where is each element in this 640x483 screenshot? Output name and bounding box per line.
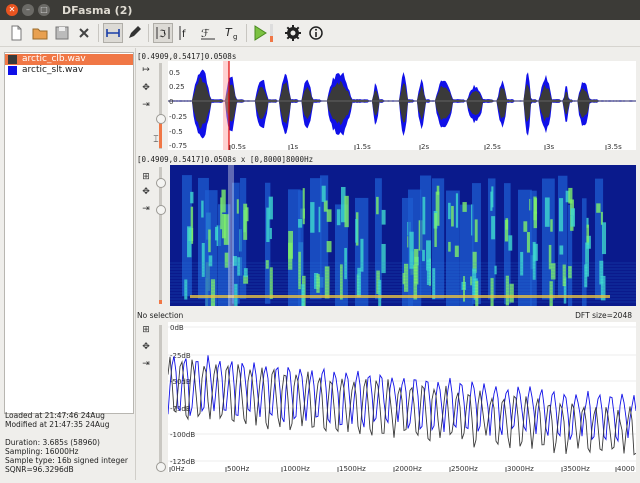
- spectrum-xtick: 3000Hz: [507, 465, 534, 472]
- waveform-ytick: -0.25: [169, 113, 187, 121]
- waveform-xtick: 3s: [546, 143, 554, 150]
- file-list-item[interactable]: arctic_clb.wav: [5, 54, 133, 65]
- spectrum-xtick: 0Hz: [171, 465, 185, 472]
- file-list: arctic_clb.wav arctic_slt.wav: [4, 52, 134, 414]
- spectrogram-view[interactable]: [170, 165, 636, 306]
- window-close-button[interactable]: ✕: [6, 4, 18, 16]
- window-maximize-button[interactable]: □: [38, 4, 50, 16]
- file-color-swatch: [8, 66, 17, 75]
- close-file-icon[interactable]: [74, 23, 94, 43]
- waveform-ytick: -0.75: [169, 142, 187, 150]
- dft-size-label: DFT size=2048: [575, 311, 632, 320]
- panel-splitter[interactable]: [135, 48, 136, 480]
- zoom-box-icon[interactable]: ⊞: [140, 171, 152, 183]
- spectrum-dynamic-slider[interactable]: [159, 325, 162, 470]
- spectrogram-slider-knob-bottom[interactable]: [156, 205, 166, 215]
- file-name: arctic_slt.wav: [22, 65, 84, 75]
- info-icon[interactable]: [306, 23, 326, 43]
- spectrogram-slider-fill: [159, 300, 162, 304]
- file-list-item[interactable]: arctic_slt.wav: [5, 65, 133, 76]
- spectrogram-pan-icon[interactable]: ✥: [140, 186, 152, 198]
- spectrum-xtick: 1000Hz: [283, 465, 310, 472]
- waveform-ytick: 0: [169, 98, 173, 106]
- file-name: arctic_clb.wav: [22, 54, 86, 64]
- time-pitch-icon[interactable]: Tg: [222, 23, 242, 43]
- low-frequency-band: [190, 295, 610, 298]
- window-title: DFasma (2): [62, 4, 133, 17]
- spectrum-slider-knob[interactable]: [156, 462, 166, 472]
- spectrogram-fit-icon[interactable]: ⇥: [140, 203, 152, 215]
- edit-pencil-icon[interactable]: [124, 23, 144, 43]
- play-icon[interactable]: [250, 23, 270, 43]
- new-file-icon[interactable]: [6, 23, 26, 43]
- file-modified-time: Modified at 21:47:35 24Aug: [5, 420, 110, 429]
- waveform-view[interactable]: 0.5 0.25 0 -0.25 -0.5 -0.75 0.5s 1s 1.5s 2s 2.5s 3s…: [168, 61, 636, 150]
- spectrum-xtick: 2500Hz: [451, 465, 478, 472]
- volume-slider[interactable]: [270, 24, 273, 42]
- svg-text:ℑ: ℑ: [159, 29, 166, 40]
- spectrum-view[interactable]: 0dB-25dB-50dB-75dB-100dB-125dB0Hz 500Hz 10…: [168, 322, 636, 472]
- spectrum-ytick: -100dB: [170, 431, 195, 439]
- time-fx-icon[interactable]: ℱ: [198, 23, 218, 43]
- title-bar: ✕ – □ DFasma (2): [0, 0, 640, 20]
- spectrum-fit-icon[interactable]: ⇥: [140, 358, 152, 370]
- waveform-selection-header: [0.4909,0.5417]0.0508s: [137, 52, 237, 61]
- spectrogram-selection: [228, 165, 234, 306]
- waveform-ytick: 0.25: [169, 83, 185, 91]
- spectrum-pan-icon[interactable]: ✥: [140, 341, 152, 353]
- spectrum-xtick: 4000: [617, 465, 635, 472]
- spectrum-status: No selection: [137, 311, 184, 320]
- select-time-icon[interactable]: [103, 23, 123, 43]
- waveform-selection: [223, 61, 229, 150]
- waveform-ytick: 0.5: [169, 69, 180, 77]
- spectrum-xtick: 2000Hz: [395, 465, 422, 472]
- waveform-xtick: 1.5s: [356, 143, 371, 150]
- save-icon[interactable]: [52, 23, 72, 43]
- window-minimize-button[interactable]: –: [22, 4, 34, 16]
- time-cursor-icon[interactable]: f: [176, 23, 196, 43]
- spectrum-xtick: 500Hz: [227, 465, 250, 472]
- spectrum-xtick: 1500Hz: [339, 465, 366, 472]
- waveform-xtick: 2s: [421, 143, 429, 150]
- zoom-fit-icon[interactable]: ⇥: [140, 99, 152, 111]
- file-sqnr: SQNR=96.3296dB: [5, 465, 74, 474]
- file-color-swatch: [8, 55, 17, 64]
- spectrum-zoom-box-icon[interactable]: ⊞: [140, 324, 152, 336]
- waveform-slider-knob[interactable]: [156, 114, 166, 124]
- spectrum-ytick: 0dB: [170, 324, 184, 332]
- waveform-xtick: 3.5s: [607, 143, 622, 150]
- open-folder-icon[interactable]: [30, 23, 50, 43]
- time-aligned-icon[interactable]: ℑ: [153, 23, 173, 43]
- svg-text:ℱ: ℱ: [201, 27, 210, 40]
- amplitude-scale-icon[interactable]: ⌶: [152, 134, 160, 146]
- spectrogram-selection-header: [0.4909,0.5417]0.0508s x [0,8000]8000Hz: [137, 155, 314, 164]
- toolbar: ℑ f ℱ Tg: [0, 20, 640, 47]
- spectrum-xtick: 3500Hz: [563, 465, 590, 472]
- waveform-xtick: 1s: [290, 143, 298, 150]
- svg-text:T: T: [225, 26, 233, 39]
- fit-horizontal-icon[interactable]: ↦: [140, 64, 152, 76]
- pan-icon[interactable]: ✥: [140, 82, 152, 94]
- waveform-xtick: 0.5s: [231, 143, 246, 150]
- spectrogram-slider-knob-top[interactable]: [156, 178, 166, 188]
- waveform-ytick: -0.5: [169, 128, 183, 136]
- waveform-xtick: 2.5s: [486, 143, 501, 150]
- settings-gear-icon[interactable]: [283, 23, 303, 43]
- svg-text:g: g: [233, 33, 237, 41]
- svg-text:f: f: [182, 29, 186, 40]
